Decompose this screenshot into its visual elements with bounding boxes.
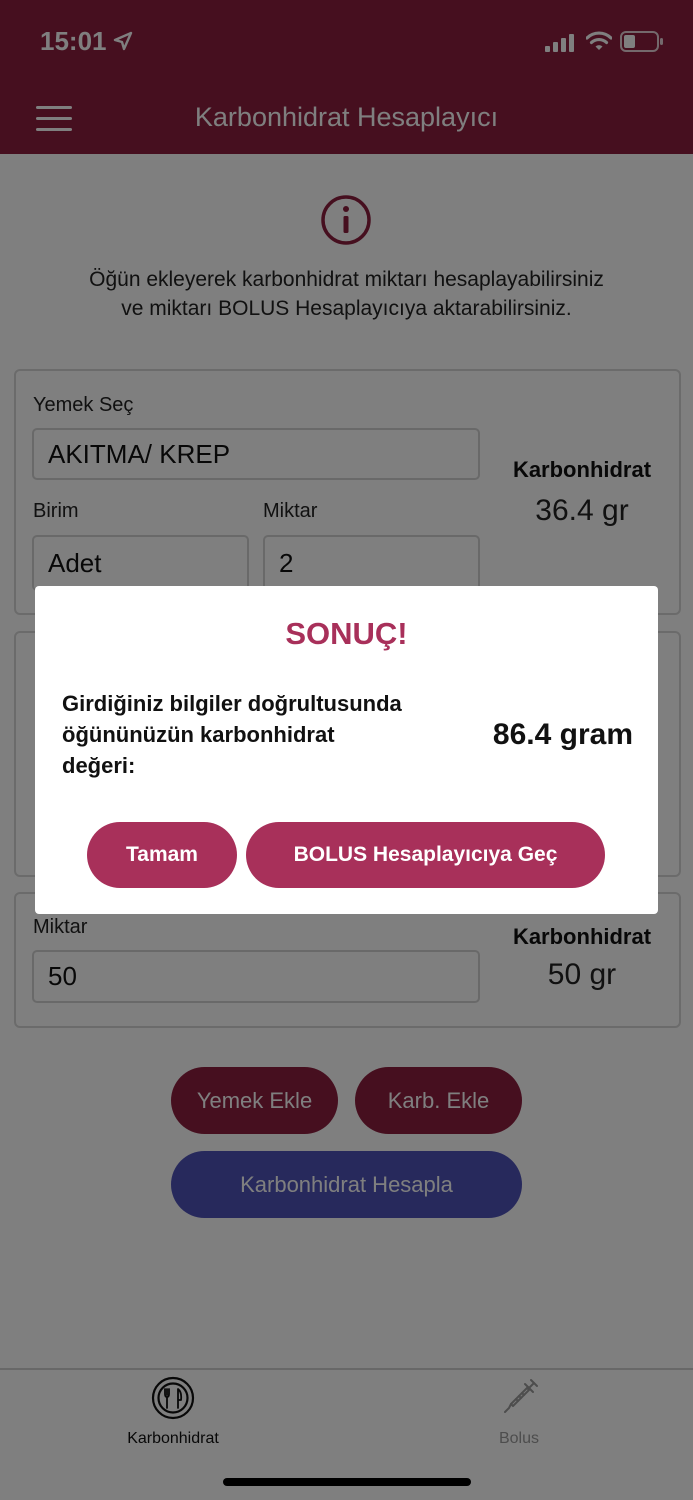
- dialog-message: Girdiğiniz bilgiler doğrultusunda öğünün…: [62, 688, 462, 781]
- dialog-message-line-3: değeri:: [62, 753, 136, 778]
- dialog-message-line-1: Girdiğiniz bilgiler doğrultusunda: [62, 691, 402, 716]
- dialog-carb-result: 86.4 gram: [492, 718, 633, 751]
- go-to-bolus-button[interactable]: BOLUS Hesaplayıcıya Geç: [246, 822, 605, 888]
- dialog-title: SONUÇ!: [285, 616, 408, 651]
- dialog-message-line-2: öğününüzün karbonhidrat: [62, 722, 335, 747]
- result-dialog: SONUÇ! Girdiğiniz bilgiler doğrultusunda…: [35, 586, 658, 914]
- ok-button[interactable]: Tamam: [87, 822, 237, 888]
